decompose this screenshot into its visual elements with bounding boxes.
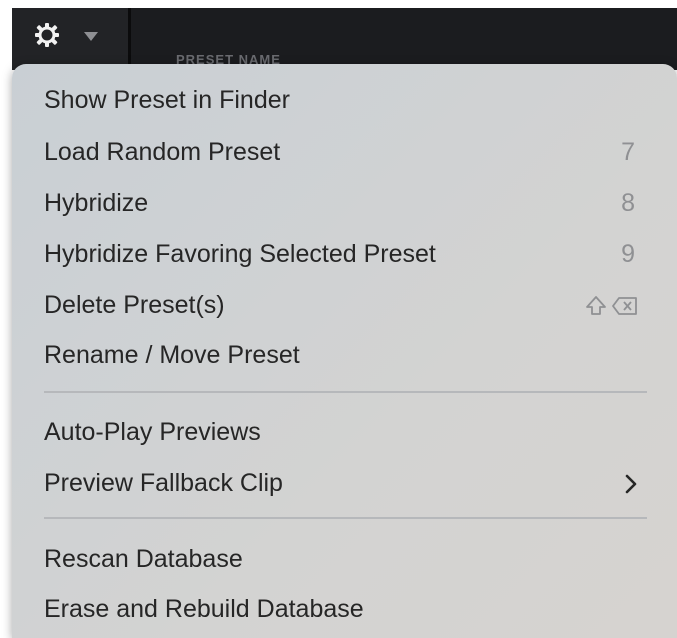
settings-dropdown-menu: Show Preset in Finder Load Random Preset… (12, 64, 677, 638)
shortcut-key-label: 9 (621, 240, 635, 268)
preset-browser-screen: PRESET NAME Show Preset in Finder Load R… (0, 0, 677, 638)
menu-item-hybridize[interactable]: Hybridize 8 (12, 179, 677, 229)
shift-icon (586, 296, 606, 315)
settings-menu-button[interactable] (12, 8, 128, 70)
toolbar-divider (128, 8, 131, 70)
menu-item-hybridize-favoring-selected[interactable]: Hybridize Favoring Selected Preset 9 (12, 230, 677, 280)
gear-icon (35, 23, 59, 47)
menu-item-label: Show Preset in Finder (44, 86, 290, 114)
menu-item-erase-rebuild-database[interactable]: Erase and Rebuild Database (12, 585, 677, 635)
menu-item-label: Erase and Rebuild Database (44, 595, 364, 623)
menu-item-label: Rescan Database (44, 545, 243, 573)
menu-item-label: Load Random Preset (44, 138, 281, 166)
menu-item-rescan-database[interactable]: Rescan Database (12, 535, 677, 585)
menu-item-load-random-preset[interactable]: Load Random Preset 7 (12, 128, 677, 178)
shortcut-key-label: 8 (621, 189, 635, 217)
menu-item-label: Auto-Play Previews (44, 418, 261, 446)
menu-item-delete-presets[interactable]: Delete Preset(s) (12, 281, 677, 331)
shortcut-icons (586, 296, 637, 315)
menu-item-auto-play-previews[interactable]: Auto-Play Previews (12, 408, 677, 458)
caret-down-icon (84, 32, 98, 41)
shortcut-key-label: 7 (621, 138, 635, 166)
menu-item-label: Hybridize (44, 189, 149, 217)
menu-item-label: Hybridize Favoring Selected Preset (44, 240, 436, 268)
menu-item-show-preset-in-finder[interactable]: Show Preset in Finder (12, 76, 677, 126)
menu-item-label: Rename / Move Preset (44, 341, 300, 369)
delete-key-icon (612, 297, 637, 315)
browser-toolbar: PRESET NAME (12, 8, 677, 70)
menu-item-preview-fallback-clip[interactable]: Preview Fallback Clip (12, 459, 677, 509)
menu-separator (44, 517, 647, 519)
menu-separator (44, 391, 647, 393)
chevron-right-icon (625, 474, 637, 494)
menu-item-label: Preview Fallback Clip (44, 469, 283, 497)
menu-item-label: Delete Preset(s) (44, 291, 225, 319)
menu-item-rename-move-preset[interactable]: Rename / Move Preset (12, 331, 677, 381)
